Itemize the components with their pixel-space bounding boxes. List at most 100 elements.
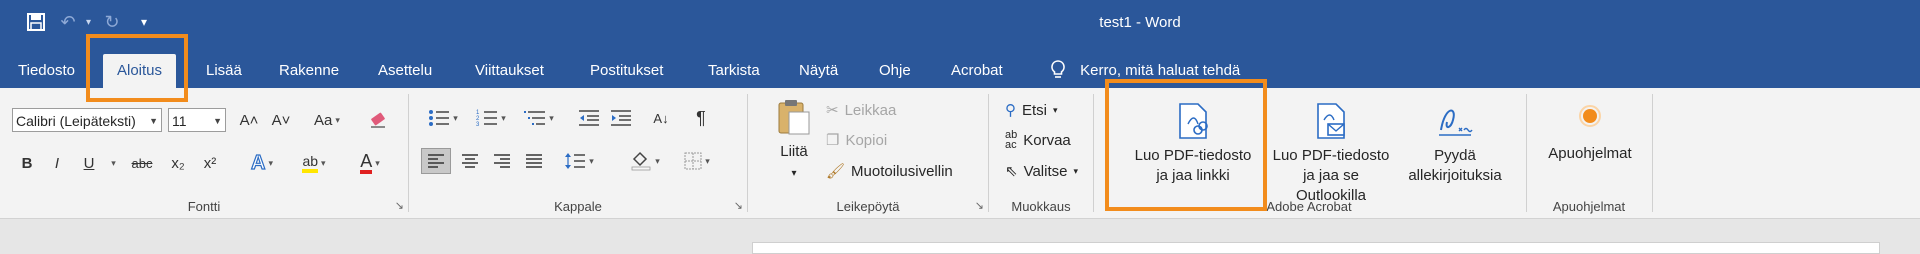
- group-adobe-acrobat: Luo PDF-tiedosto ja jaa linkki Luo PDF-t…: [1094, 88, 1524, 218]
- ribbon-home: Calibri (Leipäteksti) ▼ 11 ▼ A˄ A˅ Aa ▾ B I…: [0, 88, 1920, 219]
- cut-label: Leikkaa: [844, 101, 897, 119]
- search-icon: ⚲: [1005, 102, 1016, 119]
- line-spacing-button[interactable]: ▾: [557, 148, 601, 174]
- decrease-indent-icon[interactable]: [575, 105, 603, 131]
- clipboard-icon: [778, 100, 810, 135]
- borders-icon: [684, 152, 702, 170]
- tell-me-box[interactable]: Kerro, mitä haluat tehdä: [1050, 56, 1240, 86]
- replace-icon: ab ac: [1005, 129, 1018, 151]
- show-formatting-marks-button[interactable]: ¶: [687, 105, 715, 131]
- shrink-font-button[interactable]: A˅: [266, 107, 296, 133]
- group-font: Calibri (Leipäteksti) ▼ 11 ▼ A˄ A˅ Aa ▾ B I…: [0, 88, 408, 218]
- text-effects-button[interactable]: A ▾: [242, 150, 282, 176]
- increase-indent-icon[interactable]: [607, 105, 635, 131]
- grow-font-button[interactable]: A˄: [234, 107, 264, 133]
- paintbrush-icon: 🖌: [826, 163, 846, 180]
- tab-view[interactable]: Näytä: [799, 56, 838, 86]
- chevron-down-icon: ▼: [149, 116, 158, 126]
- title-bar: ↶ ▾ ↻ ▾ test1 - Word: [0, 0, 1920, 46]
- subscript-button[interactable]: x₂: [164, 150, 192, 176]
- clipboard-group-label: Leikepöytä: [836, 199, 900, 214]
- bullets-icon: [429, 110, 450, 126]
- copy-button[interactable]: ❐ Kopioi: [826, 128, 887, 152]
- acrobat-group-label: Adobe Acrobat: [1266, 199, 1352, 214]
- align-center-icon[interactable]: [455, 148, 485, 174]
- tab-mailings[interactable]: Postitukset: [590, 56, 663, 86]
- addins-label: Apuohjelmat: [1548, 145, 1632, 162]
- numbering-icon: 123: [476, 110, 498, 127]
- highlight-color-button[interactable]: ab ▾: [292, 150, 336, 176]
- signature-icon: [1439, 109, 1473, 136]
- chevron-down-icon: ▾: [791, 168, 797, 179]
- font-name-value: Calibri (Leipäteksti): [16, 113, 136, 129]
- multilevel-list-button[interactable]: ▾: [517, 105, 561, 131]
- request-signatures-button[interactable]: Pyydä allekirjoituksia: [1400, 102, 1510, 186]
- shading-button[interactable]: ▾: [623, 148, 667, 174]
- create-pdf-outlook-button[interactable]: Luo PDF-tiedosto ja jaa se Outlookilla: [1266, 102, 1396, 206]
- font-group-label: Fontti: [187, 199, 221, 214]
- font-color-icon: A: [360, 152, 373, 174]
- superscript-button[interactable]: x²: [196, 150, 224, 176]
- create-pdf-label-line2: ja jaa linkki: [1156, 167, 1230, 184]
- tab-design[interactable]: Rakenne: [279, 56, 339, 86]
- bold-button[interactable]: B: [14, 150, 40, 176]
- cut-button[interactable]: ✂ Leikkaa: [826, 98, 896, 122]
- underline-dropdown-icon[interactable]: ▾: [104, 150, 120, 176]
- tab-layout[interactable]: Asettelu: [378, 56, 432, 86]
- chevron-down-icon: ▾: [321, 157, 326, 168]
- font-color-button[interactable]: A ▾: [348, 150, 392, 176]
- ribbon-tab-bar: Tiedosto Aloitus Lisää Rakenne Asettelu …: [0, 46, 1920, 88]
- document-page[interactable]: [752, 242, 1880, 254]
- addins-group-label: Apuohjelmat: [1552, 199, 1626, 214]
- bullets-button[interactable]: ▾: [421, 105, 465, 131]
- tab-file[interactable]: Tiedosto: [18, 56, 75, 86]
- format-painter-button[interactable]: 🖌 Muotoilusivellin: [826, 159, 953, 183]
- font-name-combo[interactable]: Calibri (Leipäteksti) ▼: [12, 108, 162, 132]
- line-spacing-icon: [565, 153, 586, 169]
- tab-insert[interactable]: Lisää: [206, 56, 242, 86]
- window-title: test1 - Word: [1099, 14, 1181, 31]
- change-case-label: Aa: [314, 111, 333, 129]
- font-size-combo[interactable]: 11 ▼: [168, 108, 226, 132]
- align-left-icon[interactable]: [421, 148, 451, 174]
- copy-icon: ❐: [826, 132, 840, 149]
- addins-button[interactable]: Apuohjelmat: [1535, 104, 1645, 164]
- addins-icon: [1579, 105, 1601, 127]
- change-case-button[interactable]: Aa ▾: [304, 107, 350, 133]
- borders-button[interactable]: ▾: [675, 148, 719, 174]
- tab-review[interactable]: Tarkista: [708, 56, 760, 86]
- editing-group-label: Muokkaus: [1011, 199, 1071, 214]
- paragraph-dialog-launcher-icon[interactable]: ↘: [734, 199, 743, 212]
- clear-formatting-icon[interactable]: [364, 107, 392, 133]
- underline-button[interactable]: U: [76, 150, 102, 176]
- lightbulb-icon: [1050, 60, 1070, 79]
- group-divider: [1652, 94, 1653, 212]
- clipboard-dialog-launcher-icon[interactable]: ↘: [975, 199, 984, 212]
- text-effects-icon: A: [250, 151, 266, 174]
- strikethrough-button[interactable]: abc: [124, 150, 160, 176]
- pdf-link-icon: [1179, 103, 1208, 139]
- find-button[interactable]: ⚲ Etsi ▾: [1005, 98, 1058, 122]
- paste-button[interactable]: Liitä ▾: [772, 98, 816, 184]
- italic-button[interactable]: I: [44, 150, 70, 176]
- select-button[interactable]: ⇖ Valitse ▾: [1005, 159, 1078, 183]
- sort-button[interactable]: A↓: [647, 105, 675, 131]
- tell-me-text: Kerro, mitä haluat tehdä: [1080, 62, 1241, 79]
- scissors-icon: ✂: [826, 102, 839, 119]
- replace-button[interactable]: ab ac Korvaa: [1005, 128, 1071, 152]
- numbering-button[interactable]: 1 2 3 ▾: [469, 105, 513, 131]
- paint-bucket-icon: [631, 151, 651, 171]
- align-right-icon[interactable]: [487, 148, 517, 174]
- format-painter-label: Muotoilusivellin: [851, 162, 953, 180]
- tab-help[interactable]: Ohje: [879, 56, 911, 86]
- create-pdf-share-link-button[interactable]: Luo PDF-tiedosto ja jaa linkki: [1118, 102, 1268, 186]
- multilevel-list-icon: [524, 111, 546, 125]
- tab-home[interactable]: Aloitus: [103, 54, 177, 88]
- tab-acrobat[interactable]: Acrobat: [951, 56, 1003, 86]
- justify-icon[interactable]: [519, 148, 549, 174]
- paragraph-group-label: Kappale: [554, 199, 602, 214]
- font-dialog-launcher-icon[interactable]: ↘: [395, 199, 404, 212]
- request-signatures-line1: Pyydä: [1434, 147, 1476, 164]
- outlook-label-line1: Luo PDF-tiedosto: [1272, 147, 1390, 164]
- tab-references[interactable]: Viittaukset: [475, 56, 544, 86]
